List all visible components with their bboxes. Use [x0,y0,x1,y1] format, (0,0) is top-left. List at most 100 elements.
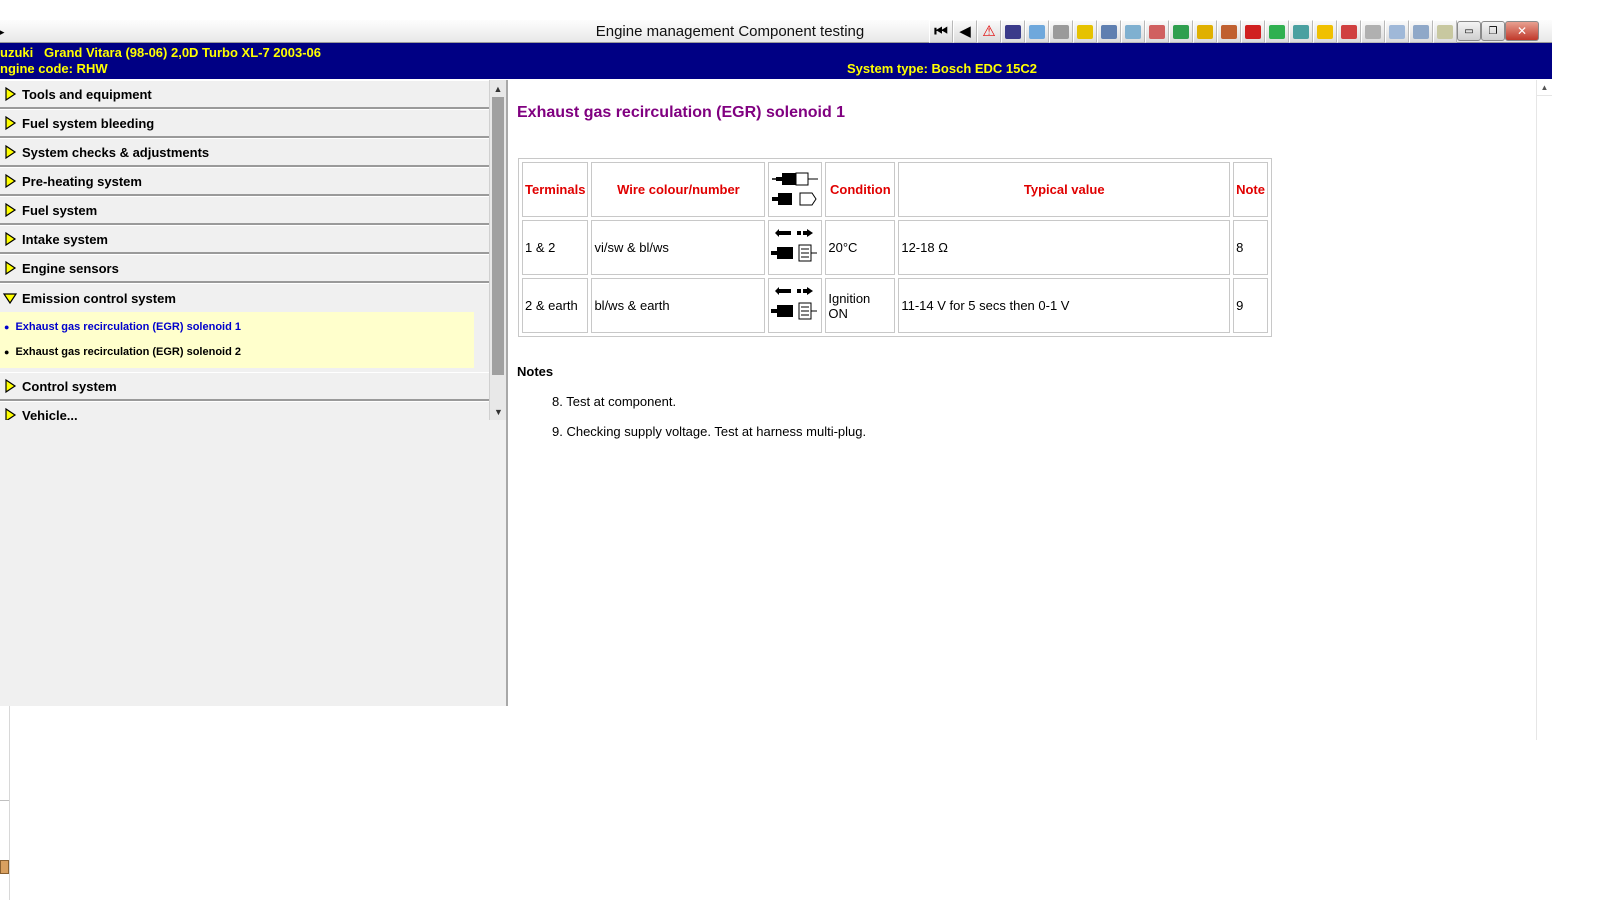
alert-outline-icon-swatch [1389,24,1405,39]
settings-icon-swatch [1413,24,1429,39]
book-icon[interactable] [1001,20,1025,43]
bullet-icon: ● [4,321,10,332]
cell-wire: bl/ws & earth [591,278,766,333]
bulb-icon[interactable] [1361,20,1385,43]
arrow-right-icon [5,260,17,276]
frame-edge [9,706,10,900]
first-page-icon[interactable]: ⏮ [929,20,953,43]
oil-drop-icon[interactable] [1049,20,1073,43]
restore-button[interactable]: ❐ [1481,21,1505,41]
nav-section-tools-and-equipment[interactable]: Tools and equipment [0,80,489,109]
wiring-icon-swatch [1149,24,1165,39]
scroll-down-icon[interactable]: ▼ [490,403,507,420]
header-wire-colour: Wire colour/number [591,162,766,217]
minimize-button[interactable]: ▭ [1457,21,1481,41]
cell-wire: vi/sw & bl/ws [591,220,766,275]
book-icon-swatch [1005,24,1021,39]
settings-icon[interactable] [1409,20,1433,43]
nav-section-label: Control system [22,378,117,394]
tools-icon[interactable] [1217,20,1241,43]
content-scrollbar[interactable]: ▲ [1536,80,1552,740]
nav-section-control-system[interactable]: Control system [0,372,489,401]
note-item: 9. Checking supply voltage. Test at harn… [552,424,867,439]
nav-section-fuel-system-bleeding[interactable]: Fuel system bleeding [0,109,489,138]
engine-code: ngine code: RHW [0,61,108,76]
component-test-table: Terminals Wire colour/number Condition T… [518,158,1272,337]
wiring-icon[interactable] [1145,20,1169,43]
service-green-icon[interactable] [1265,20,1289,43]
info-icon-swatch [1437,24,1453,39]
injector-icon[interactable] [1121,20,1145,43]
nav-section-vehicle[interactable]: Vehicle... [0,401,489,420]
engine-diagram-icon[interactable] [1025,20,1049,43]
cell-terminals: 2 & earth [522,278,589,333]
arrow-right-icon [5,407,17,420]
wrench-yellow-icon[interactable] [1073,20,1097,43]
nav-section-system-checks[interactable]: System checks & adjustments [0,138,489,167]
arrow-right-icon [5,231,17,247]
fuse-icon-swatch [1317,24,1333,39]
injector-icon-swatch [1125,24,1141,39]
engine-diagram-icon-swatch [1029,24,1045,39]
cell-condition: 20°C [825,220,896,275]
scroll-thumb[interactable] [492,97,504,375]
header-connector-icon [768,162,823,217]
note-item: 8. Test at component. [552,394,677,409]
left-navigation-panel: Tools and equipment Fuel system bleeding… [0,80,507,706]
diagnostics-icon-swatch [1293,24,1309,39]
nav-section-label: Fuel system [22,202,98,218]
title-bar: ▸ Engine management Component testing ⏮ ◀… [0,20,1552,43]
chart-green-icon-swatch [1173,24,1189,39]
nav-section-label: Fuel system bleeding [22,115,155,131]
cell-typical-value: 12-18 Ω [898,220,1231,275]
previous-page-icon[interactable]: ◀ [953,20,977,43]
nav-section-intake-system[interactable]: Intake system [0,225,489,254]
gauge-icon-swatch [1101,24,1117,39]
header-condition: Condition [825,162,896,217]
system-type: System type: Bosch EDC 15C2 [847,61,1038,76]
nav-section-label: Emission control system [22,290,176,306]
bulb-icon-swatch [1365,24,1381,39]
info-icon[interactable] [1433,20,1457,43]
nav-scrollbar[interactable]: ▲ ▼ [489,80,506,420]
nav-section-pre-heating-system[interactable]: Pre-heating system [0,167,489,196]
diagnostics-icon[interactable] [1289,20,1313,43]
tools-icon-swatch [1221,24,1237,39]
nav-section-label: Engine sensors [22,260,119,276]
taskbar-stub-icon[interactable] [0,860,9,874]
page-title: Exhaust gas recirculation (EGR) solenoid… [517,104,846,121]
notes-heading: Notes [517,364,554,379]
fuse-icon[interactable] [1313,20,1337,43]
nav-section-engine-sensors[interactable]: Engine sensors [0,254,489,283]
service-green-icon-swatch [1269,24,1285,39]
arrow-down-icon [2,293,18,305]
oil-drop-icon-swatch [1053,24,1069,39]
nav-section-label: System checks & adjustments [22,144,210,160]
arrow-right-icon [5,115,17,131]
nav-item-egr-solenoid-1[interactable]: ● Exhaust gas recirculation (EGR) soleno… [0,314,474,339]
nav-section-emission-control-system[interactable]: Emission control system [0,283,489,312]
alert-outline-icon[interactable] [1385,20,1409,43]
emission-sublist: ● Exhaust gas recirculation (EGR) soleno… [0,312,474,368]
table-row: 2 & earth bl/ws & earth Ignition ON 11-1… [522,278,1268,333]
battery-icon[interactable] [1241,20,1265,43]
table-header-row: Terminals Wire colour/number Condition T… [522,162,1268,217]
nav-section-label: Pre-heating system [22,173,142,189]
table-row: 1 & 2 vi/sw & bl/ws 20°C 12-18 Ω 8 [522,220,1268,275]
header-typical-value: Typical value [898,162,1231,217]
wrench-yellow-icon-swatch [1077,24,1093,39]
close-button[interactable]: ✕ [1505,21,1539,41]
nav-item-label: Exhaust gas recirculation (EGR) solenoid… [15,320,241,333]
repair-icon[interactable] [1337,20,1361,43]
warning-icon[interactable]: ⚠ [977,20,1001,43]
connector-pair-icon [772,172,819,206]
connector-disconnected-icon [771,287,818,320]
nav-section-fuel-system[interactable]: Fuel system [0,196,489,225]
gauge-icon[interactable] [1097,20,1121,43]
sensor-icon[interactable] [1193,20,1217,43]
content-panel: Exhaust gas recirculation (EGR) solenoid… [508,80,1536,740]
scroll-up-icon[interactable]: ▲ [490,80,506,97]
nav-item-egr-solenoid-2[interactable]: ● Exhaust gas recirculation (EGR) soleno… [0,339,474,364]
scroll-up-icon[interactable]: ▲ [1537,80,1552,96]
chart-green-icon[interactable] [1169,20,1193,43]
